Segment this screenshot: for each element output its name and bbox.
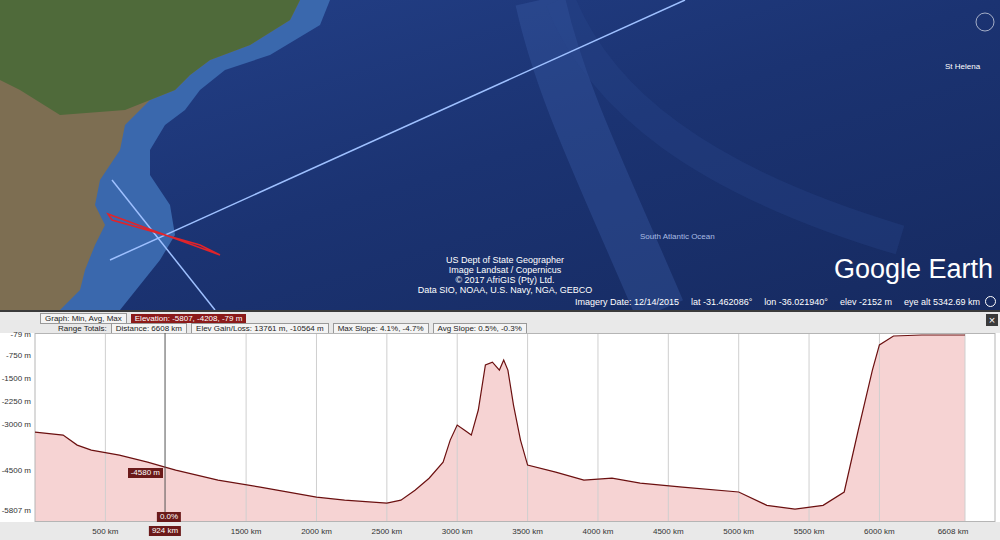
header-row: Range Totals: Distance: 6608 km Elev Gain/…: [40, 323, 1000, 333]
gridline: [809, 333, 810, 522]
x-tick-label: 4500 km: [653, 527, 684, 537]
y-tick-label: -1500 m: [0, 374, 31, 384]
map-label: St Helena: [945, 62, 980, 72]
x-tick-label: 2000 km: [301, 527, 332, 537]
range-total: Avg Slope: 0.5%, -0.3%: [433, 323, 527, 334]
elevation-summary: Elevation: -5807, -4208, -79 m: [131, 314, 247, 323]
gridline: [527, 333, 528, 522]
plot-frame: [35, 334, 995, 522]
attribution-line: US Dept of State Geographer: [446, 255, 564, 265]
google-earth-logo: Google Earth: [834, 253, 993, 285]
attribution-line: Image Landsat / Copernicus: [449, 265, 562, 275]
x-tick-label: 6000 km: [864, 527, 895, 537]
status-item: Imagery Date: 12/14/2015: [575, 297, 679, 308]
profile-line: [35, 335, 965, 509]
range-total: Distance: 6608 km: [111, 323, 187, 334]
range-total: Elev Gain/Loss: 13761 m, -10564 m: [191, 323, 329, 334]
status-item: elev -2152 m: [840, 297, 892, 308]
y-tick-label: -5807 m: [0, 506, 31, 516]
profile-header: Graph: Min, Avg, MaxElevation: -5807, -4…: [0, 312, 1000, 333]
profile-area: [35, 335, 965, 521]
gridline: [316, 333, 317, 522]
gridline: [738, 333, 739, 522]
gridline: [879, 333, 880, 522]
gridline: [105, 333, 106, 522]
status-item: lon -36.021940°: [764, 297, 828, 308]
range-label: Range Totals:: [58, 324, 107, 333]
y-tick-label: -4500 m: [0, 466, 31, 476]
header-row: Graph: Min, Avg, MaxElevation: -5807, -4…: [40, 313, 1000, 323]
elevation-profile-panel: Graph: Min, Avg, MaxElevation: -5807, -4…: [0, 310, 1000, 540]
attribution-line: Data SIO, NOAA, U.S. Navy, NGA, GEBCO: [418, 285, 592, 295]
y-tick-label: -79 m: [0, 330, 31, 340]
y-tick-label: -750 m: [0, 351, 31, 361]
cursor-distance: 924 km: [149, 526, 181, 536]
gridline: [457, 333, 458, 522]
y-tick-label: -2250 m: [0, 397, 31, 407]
gridline: [386, 333, 387, 522]
x-tick-label: 5000 km: [723, 527, 754, 537]
elevation-chart[interactable]: -79 m -750 m -1500 m -2250 m -3000 m -4500 m -…: [0, 333, 1000, 522]
gridline: [668, 333, 669, 522]
x-tick-label: 3000 km: [442, 527, 473, 537]
gridline: [246, 333, 247, 522]
y-tick-label: -3000 m: [0, 420, 31, 430]
gridline: [597, 333, 598, 522]
status-item: lat -31.462086°: [691, 297, 752, 308]
status-bar: Imagery Date: 12/14/2015 lat -31.462086° l…: [575, 297, 980, 308]
close-button[interactable]: ×: [986, 314, 998, 326]
attribution-line: © 2017 AfriGIS (Pty) Ltd.: [455, 275, 554, 285]
x-tick-label: 2500 km: [372, 527, 403, 537]
status-circle-icon: [985, 296, 996, 307]
cursor-elevation-tooltip: -4580 m: [128, 468, 163, 478]
map-view[interactable]: St Helena South Atlantic Ocean US Dept of…: [0, 0, 1000, 310]
x-tick-label: 5500 km: [794, 527, 825, 537]
profile-plot: [0, 333, 1000, 522]
x-tick-label: 3500 km: [512, 527, 543, 537]
map-label: South Atlantic Ocean: [640, 232, 715, 242]
cursor-slope: 0.0%: [157, 512, 181, 522]
x-tick-label: 4000 km: [583, 527, 614, 537]
range-total: Max Slope: 4.1%, -4.7%: [333, 323, 429, 334]
cursor-line: [165, 333, 166, 522]
attribution: US Dept of State GeographerImage Landsat…: [420, 255, 590, 295]
x-tick-label: 500 km: [92, 527, 118, 537]
status-item: eye alt 5342.69 km: [904, 297, 980, 308]
gridline: [965, 333, 966, 522]
x-tick-label: 1500 km: [231, 527, 262, 537]
x-axis: 500 km 1500 km 2000 km 2500 km 3000 km 3500 k…: [0, 522, 1000, 540]
x-tick-label: 6608 km: [938, 527, 969, 537]
